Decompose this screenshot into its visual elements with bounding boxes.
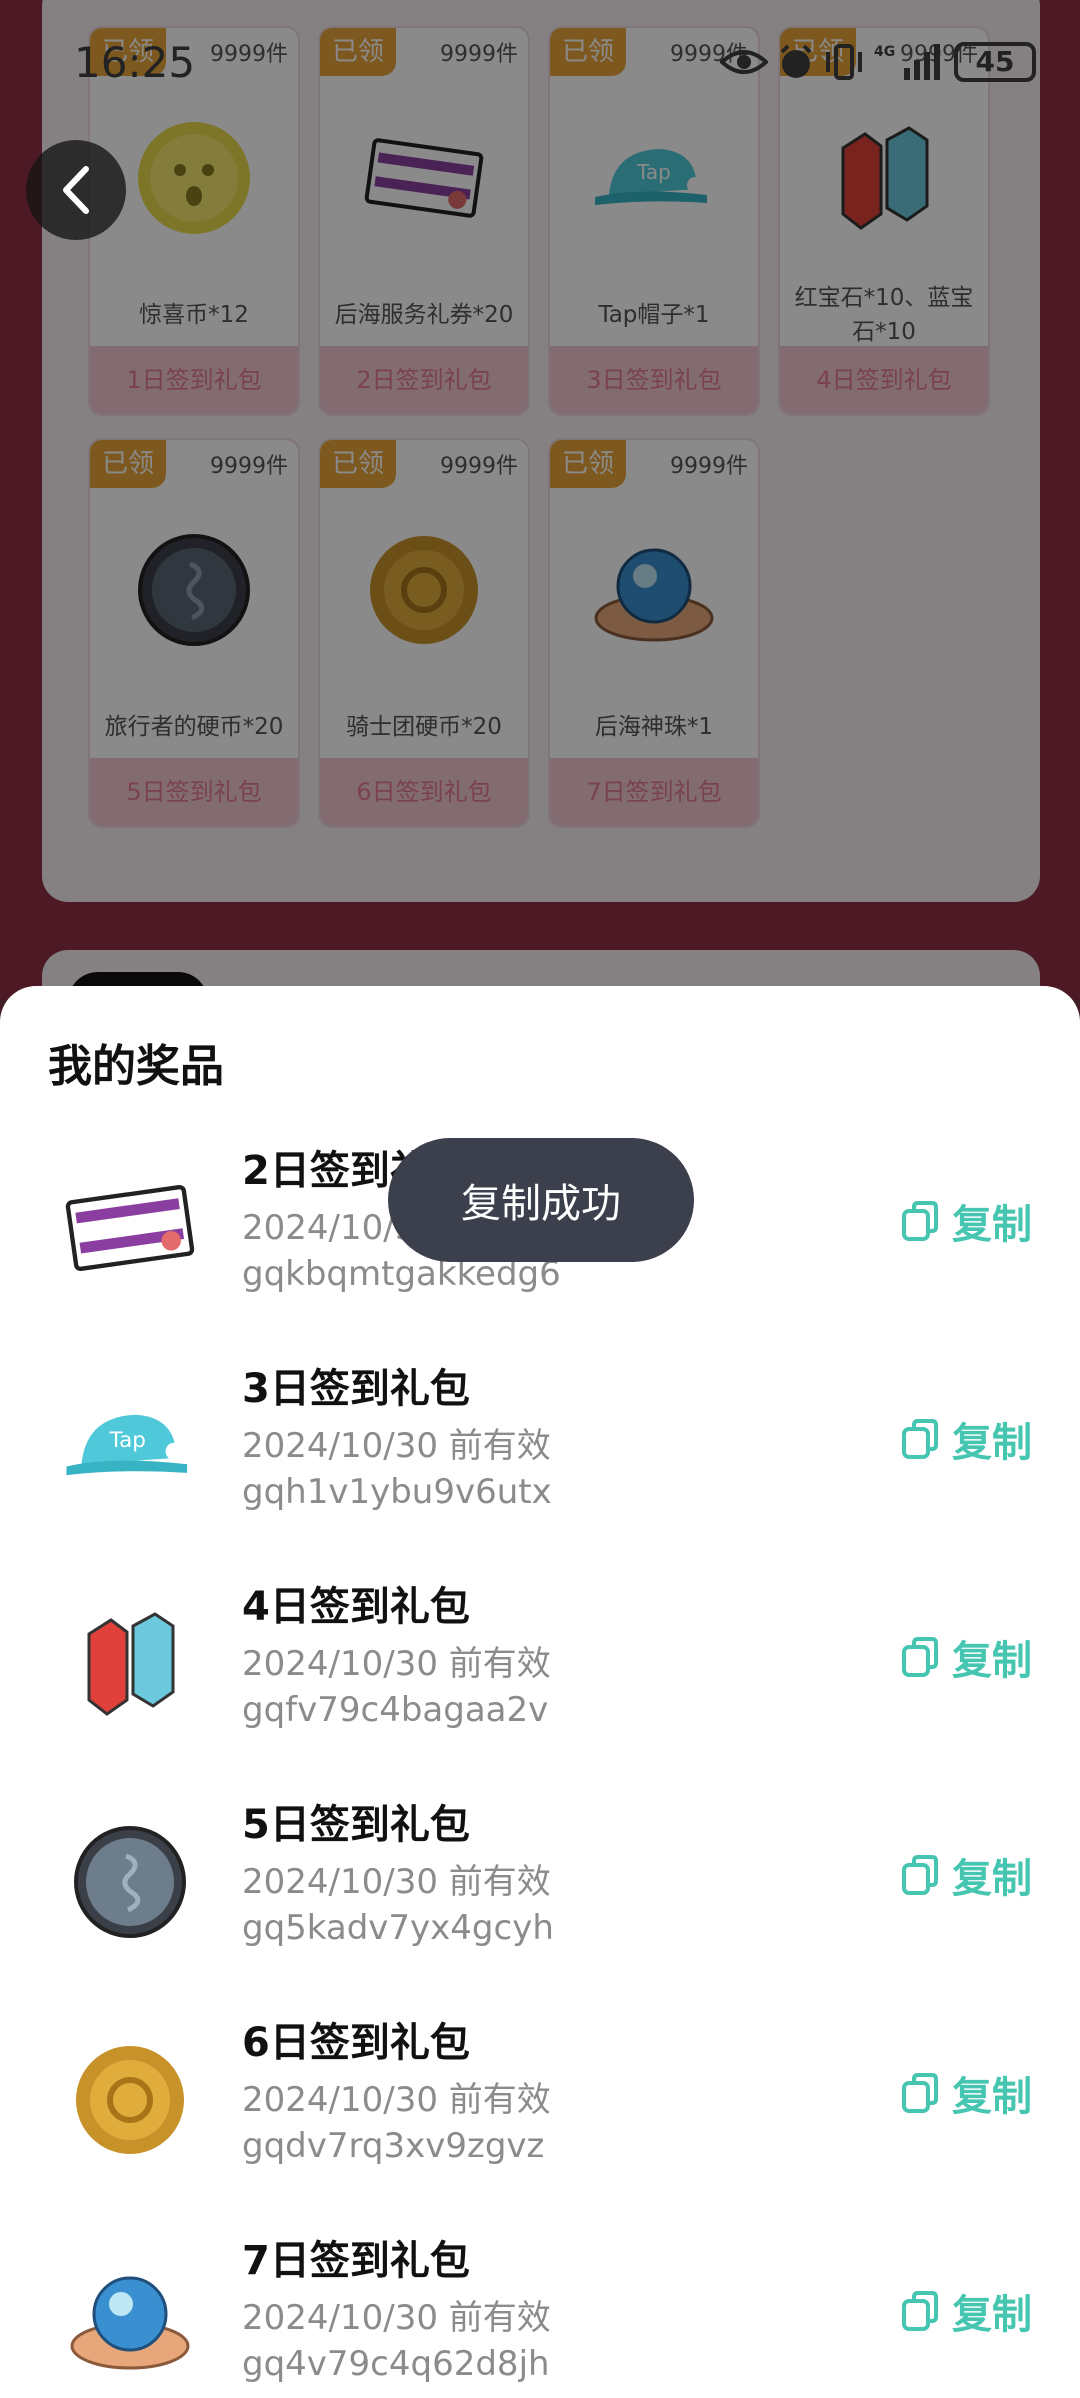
- prize-validity: 2024/10/30 前有效: [242, 1426, 551, 1466]
- voucher-icon: [60, 1158, 200, 1298]
- copy-button[interactable]: 复制: [900, 1846, 1032, 1904]
- orb-icon: [60, 2248, 200, 2388]
- prize-item: 7日签到礼包 2024/10/30 前有效 gq4v79c4q62d8jh 复制: [0, 2216, 1080, 2398]
- prize-code: gqdv7rq3xv9zgvz: [242, 2126, 545, 2166]
- prize-code: gqh1v1ybu9v6utx: [242, 1472, 552, 1512]
- status-icons: 4G 45: [720, 42, 1036, 82]
- status-bar: 16:25 4G 45: [0, 0, 1080, 130]
- prize-validity: 2024/10/30 前有效: [242, 1644, 551, 1684]
- prize-title: 7日签到礼包: [242, 2238, 470, 2284]
- prize-title: 6日签到礼包: [242, 2020, 470, 2066]
- prize-item: Tap 3日签到礼包 2024/10/30 前有效 gqh1v1ybu9v6ut…: [0, 1344, 1080, 1562]
- gems-icon: [60, 1594, 200, 1734]
- prize-validity: 2024/10/30 前有效: [242, 2298, 551, 2338]
- copy-icon: [902, 1855, 938, 1895]
- prize-code: gq5kadv7yx4gcyh: [242, 1908, 554, 1948]
- back-button[interactable]: [26, 140, 126, 240]
- copy-icon: [902, 1419, 938, 1459]
- copy-icon: [902, 2291, 938, 2331]
- copy-icon: [902, 2073, 938, 2113]
- copy-label: 复制: [952, 2292, 1032, 2338]
- copy-button[interactable]: 复制: [900, 1628, 1032, 1686]
- svg-text:Tap: Tap: [109, 1428, 146, 1453]
- copy-icon: [902, 1637, 938, 1677]
- signal-4g-icon: 4G: [874, 44, 940, 80]
- copy-label: 复制: [952, 1638, 1032, 1684]
- prize-code: gqfv79c4bagaa2v: [242, 1690, 549, 1730]
- prize-title: 4日签到礼包: [242, 1584, 470, 1630]
- copy-label: 复制: [952, 1202, 1032, 1248]
- svg-text:4G: 4G: [874, 44, 895, 60]
- copy-label: 复制: [952, 1420, 1032, 1466]
- prize-item: 6日签到礼包 2024/10/30 前有效 gqdv7rq3xv9zgvz 复制: [0, 1998, 1080, 2216]
- vibrate-icon: [826, 44, 862, 80]
- copy-label: 复制: [952, 1856, 1032, 1902]
- prize-title: 5日签到礼包: [242, 1802, 470, 1848]
- prize-item: 4日签到礼包 2024/10/30 前有效 gqfv79c4bagaa2v 复制: [0, 1562, 1080, 1780]
- copy-label: 复制: [952, 2074, 1032, 2120]
- copy-icon: [902, 1201, 938, 1241]
- prize-item: 5日签到礼包 2024/10/30 前有效 gq5kadv7yx4gcyh 复制: [0, 1780, 1080, 1998]
- prize-title: 3日签到礼包: [242, 1366, 470, 1412]
- coin-bronze-icon: [60, 2030, 200, 2170]
- battery-icon: 45: [954, 42, 1036, 82]
- sheet-title: 我的奖品: [48, 1041, 224, 1092]
- copy-button[interactable]: 复制: [900, 2282, 1032, 2340]
- eye-icon: [720, 50, 768, 74]
- clock: 16:25: [74, 38, 196, 87]
- copy-success-toast: 复制成功: [388, 1138, 694, 1262]
- copy-button[interactable]: 复制: [900, 1192, 1032, 1250]
- coin-dark-icon: [60, 1812, 200, 1952]
- alarm-icon: [780, 44, 812, 78]
- prize-validity: 2024/10/30 前有效: [242, 1862, 551, 1902]
- prize-code: gq4v79c4q62d8jh: [242, 2344, 550, 2384]
- tap-cap-icon: Tap: [60, 1376, 200, 1516]
- chevron-left-icon: [63, 166, 89, 214]
- prize-validity: 2024/10/30 前有效: [242, 2080, 551, 2120]
- copy-button[interactable]: 复制: [900, 1410, 1032, 1468]
- copy-button[interactable]: 复制: [900, 2064, 1032, 2122]
